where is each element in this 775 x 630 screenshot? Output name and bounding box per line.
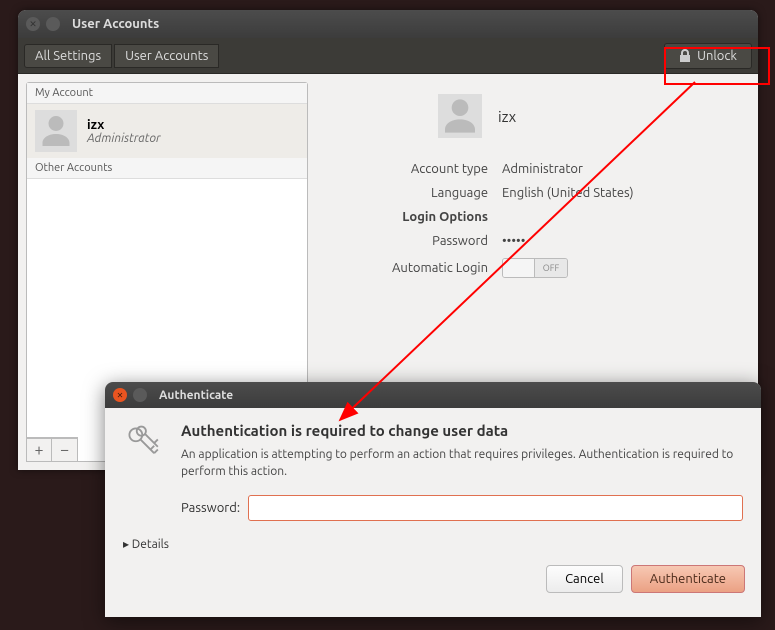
account-type-value[interactable]: Administrator bbox=[502, 162, 583, 176]
avatar[interactable] bbox=[438, 94, 482, 138]
keys-icon bbox=[123, 422, 167, 466]
auto-login-toggle[interactable]: OFF bbox=[502, 258, 568, 278]
other-accounts-header: Other Accounts bbox=[27, 158, 307, 179]
breadcrumb-user-accounts[interactable]: User Accounts bbox=[114, 44, 219, 68]
sidebar-user-item[interactable]: izx Administrator bbox=[27, 104, 307, 158]
password-label: Password bbox=[338, 234, 488, 248]
password-value[interactable]: ••••• bbox=[502, 234, 525, 248]
lock-icon bbox=[679, 49, 691, 63]
minimize-icon[interactable] bbox=[46, 17, 60, 31]
titlebar[interactable]: ✕ User Accounts bbox=[18, 10, 758, 38]
auto-login-label: Automatic Login bbox=[338, 261, 488, 275]
details-expander[interactable]: ▸ Details bbox=[105, 537, 761, 559]
sidebar-user-role: Administrator bbox=[87, 132, 161, 145]
auth-heading: Authentication is required to change use… bbox=[181, 422, 743, 439]
unlock-button[interactable]: Unlock bbox=[664, 43, 752, 69]
unlock-label: Unlock bbox=[697, 49, 737, 63]
toolbar: All Settings User Accounts Unlock bbox=[18, 38, 758, 74]
close-icon[interactable]: ✕ bbox=[113, 388, 127, 402]
add-user-button[interactable]: + bbox=[26, 438, 52, 462]
password-label: Password: bbox=[181, 501, 240, 515]
user-name-field[interactable]: izx bbox=[498, 108, 516, 125]
close-icon[interactable]: ✕ bbox=[26, 17, 40, 31]
cancel-button[interactable]: Cancel bbox=[546, 565, 623, 593]
language-label: Language bbox=[338, 186, 488, 200]
titlebar[interactable]: ✕ Authenticate bbox=[105, 382, 761, 408]
sidebar-user-name: izx bbox=[87, 118, 161, 132]
dialog-title: Authenticate bbox=[159, 389, 233, 402]
account-type-label: Account type bbox=[338, 162, 488, 176]
authenticate-dialog: ✕ Authenticate Authentication is require… bbox=[105, 382, 761, 617]
authenticate-button[interactable]: Authenticate bbox=[631, 565, 745, 593]
auth-description: An application is attempting to perform … bbox=[181, 447, 743, 481]
login-options-label: Login Options bbox=[338, 210, 488, 224]
language-value[interactable]: English (United States) bbox=[502, 186, 634, 200]
breadcrumb-all-settings[interactable]: All Settings bbox=[24, 44, 112, 68]
window-title: User Accounts bbox=[72, 17, 159, 31]
minimize-icon[interactable] bbox=[133, 388, 147, 402]
my-account-header: My Account bbox=[27, 83, 307, 104]
password-input[interactable] bbox=[248, 495, 743, 521]
avatar bbox=[35, 110, 77, 152]
remove-user-button[interactable]: − bbox=[52, 438, 78, 462]
